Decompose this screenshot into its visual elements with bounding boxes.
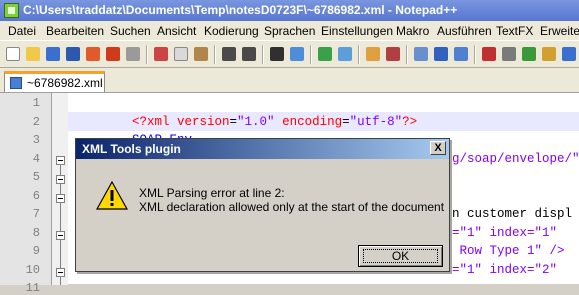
- toolbar-separator: [358, 45, 360, 64]
- zoom-in-icon[interactable]: [316, 45, 334, 63]
- xml-tools-dialog: XML Tools plugin X XML Parsing error at …: [75, 138, 450, 272]
- code-line-2: <?xml version="1.0" encoding="utf-8"?>: [132, 115, 417, 129]
- window-titlebar: C:\Users\traddatz\Documents\Temp\notesD0…: [0, 0, 579, 21]
- xml-val-version: "1.0": [237, 115, 275, 129]
- find-icon[interactable]: [268, 45, 286, 63]
- dialog-message-line-2: XML declaration allowed only at the star…: [139, 200, 445, 214]
- line-number: 6: [32, 189, 40, 203]
- menu-ausfuehren[interactable]: Ausführen: [437, 24, 492, 38]
- code-line-10: ="1" index="2": [452, 263, 558, 277]
- fold-toggle[interactable]: [56, 194, 65, 203]
- code-line-4: g/soap/envelope/": [452, 152, 579, 166]
- code-line-9: Row Type 1" />: [452, 244, 565, 258]
- pilcrow-icon[interactable]: [452, 45, 470, 63]
- line-number: 2: [32, 115, 40, 129]
- toolbar-separator: [310, 45, 312, 64]
- fold-toggle[interactable]: [56, 156, 65, 165]
- new-file-icon[interactable]: [4, 45, 22, 63]
- line-number: 10: [25, 263, 40, 277]
- xml-eq: =: [229, 115, 238, 129]
- tab-document[interactable]: ~6786982.xml: [4, 71, 105, 92]
- notepadpp-icon: [4, 3, 19, 18]
- line-number: 8: [32, 226, 40, 240]
- sync-scroll-icon[interactable]: [364, 45, 382, 63]
- code-line-7: n customer displ: [452, 207, 573, 221]
- menu-sprachen[interactable]: Sprachen: [264, 24, 315, 38]
- xml-pi-close: ?>: [402, 115, 418, 129]
- save-icon[interactable]: [44, 45, 62, 63]
- toolbar: [0, 40, 579, 68]
- menu-datei[interactable]: Datei: [8, 24, 36, 38]
- toolbar-separator: [146, 45, 148, 64]
- xml-pi-open: <?xml: [132, 115, 178, 129]
- ok-button[interactable]: OK: [358, 245, 443, 267]
- document-tab-bar: ~6786982.xml: [0, 68, 579, 92]
- warning-icon: [96, 181, 128, 210]
- line-number: 7: [32, 207, 40, 221]
- macro-save-icon[interactable]: [560, 45, 578, 63]
- print-icon[interactable]: [124, 45, 142, 63]
- xml-eq: =: [342, 115, 350, 129]
- tab-label: ~6786982.xml: [27, 76, 103, 90]
- paste-icon[interactable]: [192, 45, 210, 63]
- xml-attr-version: version: [177, 115, 230, 129]
- replace-icon[interactable]: [288, 45, 306, 63]
- fold-line: [60, 184, 61, 194]
- zoom-out-icon[interactable]: [336, 45, 354, 63]
- dialog-titlebar: XML Tools plugin X: [76, 139, 449, 159]
- undo-icon[interactable]: [220, 45, 238, 63]
- toolbar-separator: [262, 45, 264, 64]
- menu-suchen[interactable]: Suchen: [110, 24, 151, 38]
- menu-ansicht[interactable]: Ansicht: [157, 24, 196, 38]
- fold-toggle[interactable]: [56, 231, 65, 240]
- line-number: 1: [32, 96, 40, 110]
- redo-icon[interactable]: [240, 45, 258, 63]
- toolbar-separator: [406, 45, 408, 64]
- macro-record-icon[interactable]: [480, 45, 498, 63]
- word-wrap-icon[interactable]: [384, 45, 402, 63]
- line-number: 4: [32, 152, 40, 166]
- line-number-gutter: 1 2 3 4 5 6 7 8 9 10 11: [0, 93, 52, 295]
- menu-bearbeiten[interactable]: Bearbeiten: [46, 24, 104, 38]
- file-saved-icon: [10, 77, 22, 89]
- close-all-icon[interactable]: [104, 45, 122, 63]
- open-file-icon[interactable]: [24, 45, 42, 63]
- toolbar-separator: [474, 45, 476, 64]
- line-number: 3: [32, 133, 40, 147]
- macro-multi-play-icon[interactable]: [540, 45, 558, 63]
- indent-guide-icon[interactable]: [432, 45, 450, 63]
- menu-einstellungen[interactable]: Einstellungen: [321, 24, 393, 38]
- window-title: C:\Users\traddatz\Documents\Temp\notesD0…: [23, 3, 458, 17]
- dialog-close-button[interactable]: X: [430, 141, 446, 155]
- save-all-icon[interactable]: [64, 45, 82, 63]
- menu-erweitert[interactable]: Erweite: [540, 24, 579, 38]
- menu-makro[interactable]: Makro: [396, 24, 429, 38]
- fold-toggle[interactable]: [56, 175, 65, 184]
- xml-val-encoding: "utf-8": [349, 115, 403, 129]
- line-number: 5: [32, 170, 40, 184]
- toolbar-separator: [214, 45, 216, 64]
- macro-stop-icon[interactable]: [500, 45, 518, 63]
- close-file-icon[interactable]: [84, 45, 102, 63]
- line-number: 11: [25, 281, 40, 295]
- fold-toggle[interactable]: [56, 268, 65, 277]
- cut-icon[interactable]: [152, 45, 170, 63]
- xml-attr-encoding: encoding: [274, 115, 343, 129]
- dialog-message-line-1: XML Parsing error at line 2:: [139, 186, 285, 200]
- fold-line: [60, 165, 61, 175]
- menu-bar: Datei Bearbeiten Suchen Ansicht Kodierun…: [0, 21, 579, 40]
- show-all-chars-icon[interactable]: [412, 45, 430, 63]
- menu-kodierung[interactable]: Kodierung: [204, 24, 259, 38]
- copy-icon[interactable]: [172, 45, 190, 63]
- code-line-8: ="1" index="1": [452, 226, 558, 240]
- menu-textfx[interactable]: TextFX: [496, 24, 533, 38]
- line-number: 9: [32, 244, 40, 258]
- macro-play-icon[interactable]: [520, 45, 538, 63]
- dialog-title: XML Tools plugin: [82, 142, 181, 156]
